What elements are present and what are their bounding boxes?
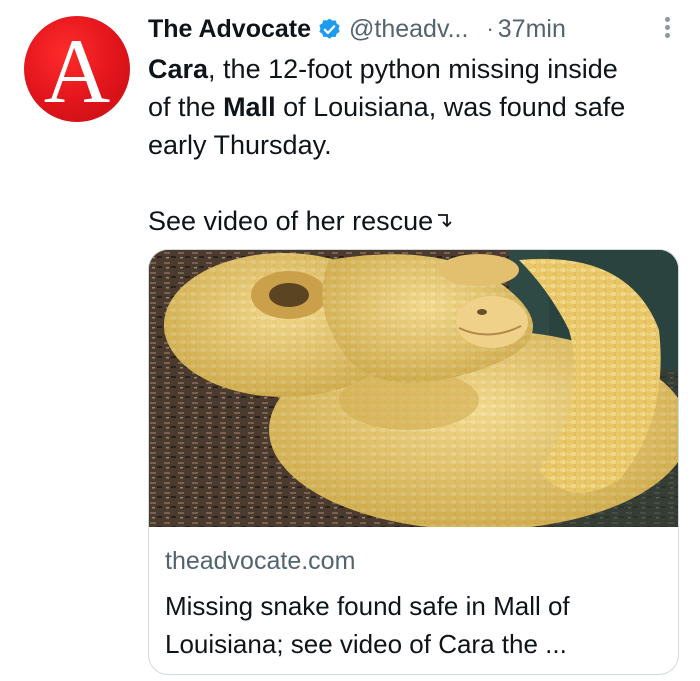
bold-word-cara: Cara [148, 54, 209, 84]
author-handle[interactable]: @theadv... [349, 15, 468, 44]
tweet-line-4: See video of her rescue [148, 202, 668, 240]
line2-text: of Louisiana, was found safe [275, 92, 626, 122]
tweet-line-2: of the Mall of Louisiana, was found safe [148, 88, 668, 126]
tweet-header: The Advocate @theadv... · 37min [148, 10, 678, 48]
avatar-letter: A [43, 20, 111, 122]
tweet-text: Cara, the 12-foot python missing inside … [148, 50, 668, 240]
card-domain: theadvocate.com [165, 547, 356, 575]
arrow-down-right-icon [438, 214, 452, 228]
tweet-timestamp[interactable]: 37min [498, 15, 566, 44]
verified-badge-icon [319, 18, 340, 39]
card-title: Missing snake found safe in Mall of Loui… [165, 591, 570, 659]
tweet[interactable]: A The Advocate @theadv... · 37min Cara, … [0, 0, 700, 681]
tweet-line-3: early Thursday. [148, 130, 332, 160]
line2-prefix: of the [148, 92, 224, 122]
see-video-text: See video of her rescue [148, 206, 434, 236]
line1-text: , the 12-foot python missing inside [208, 54, 618, 84]
bold-word-mall: Mall [223, 92, 276, 122]
author-name[interactable]: The Advocate [148, 15, 311, 44]
tweet-line-1: Cara, the 12-foot python missing inside [148, 50, 668, 88]
python-image [149, 250, 678, 527]
avatar[interactable]: A [24, 16, 130, 122]
link-card[interactable]: theadvocate.com Missing snake found safe… [148, 249, 679, 675]
more-options-icon[interactable] [662, 14, 672, 44]
card-image[interactable] [149, 250, 678, 527]
separator-dot: · [486, 16, 494, 41]
